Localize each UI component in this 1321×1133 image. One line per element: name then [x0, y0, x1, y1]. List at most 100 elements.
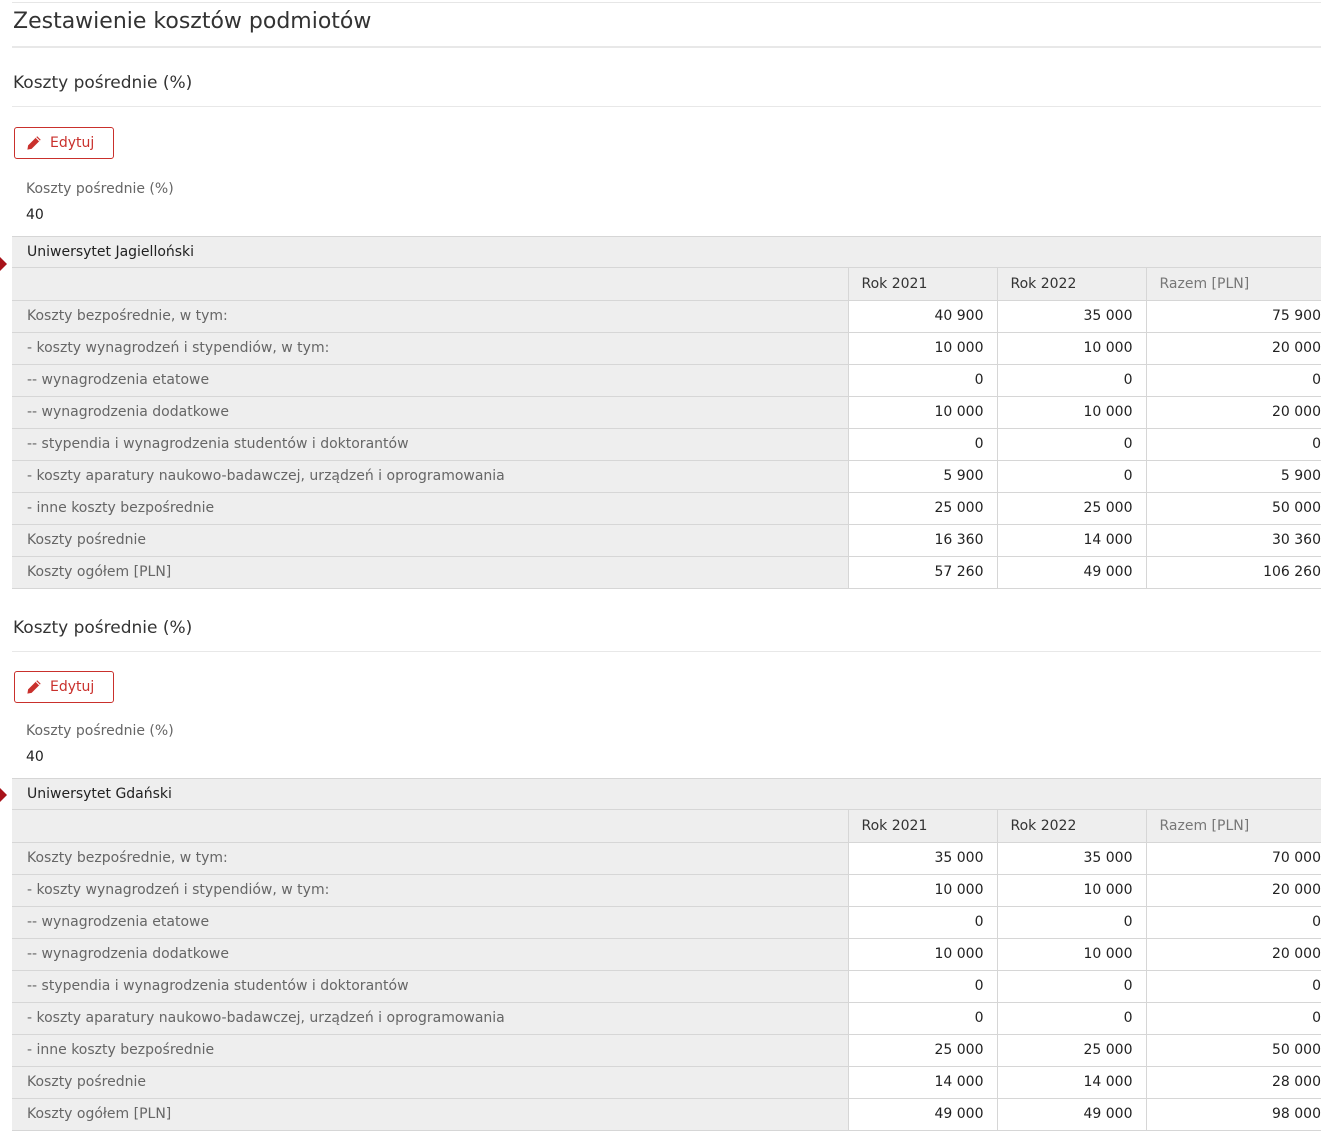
row-label: - inne koszty bezpośrednie — [12, 1034, 848, 1067]
row-label: -- wynagrodzenia etatowe — [12, 364, 848, 397]
table-header-row: Rok 2021 Rok 2022 Razem [PLN] — [12, 268, 1321, 301]
row-label: - koszty aparatury naukowo-badawczej, ur… — [12, 460, 848, 493]
section-title: Koszty pośrednie (%) — [12, 593, 1321, 652]
row-label: - koszty wynagrodzeń i stypendiów, w tym… — [12, 874, 848, 907]
entity-block: Uniwersytet Jagielloński Rok 2021 Rok 20… — [0, 236, 1321, 589]
value-total: 5 900 — [1145, 460, 1321, 493]
table-row: Koszty pośrednie 14 000 14 000 28 000 — [12, 1066, 1321, 1099]
table-row: - koszty wynagrodzeń i stypendiów, w tym… — [12, 874, 1321, 907]
value-total: 106 260 — [1145, 556, 1321, 589]
value-year-1: 0 — [847, 970, 997, 1003]
column-header-blank — [12, 810, 848, 843]
value-total: 50 000 — [1145, 492, 1321, 525]
table-row: - koszty wynagrodzeń i stypendiów, w tym… — [12, 332, 1321, 365]
edit-button[interactable]: Edytuj — [14, 127, 114, 159]
column-header-year-1: Rok 2021 — [847, 810, 997, 843]
table-row: Koszty ogółem [PLN] 49 000 49 000 98 000 — [12, 1098, 1321, 1131]
value-year-2: 10 000 — [996, 332, 1146, 365]
entity-marker-icon — [0, 788, 7, 802]
value-year-1: 10 000 — [847, 938, 997, 971]
indirect-costs-section-2: Koszty pośrednie (%) Edytuj Koszty pośre… — [0, 593, 1321, 1133]
value-year-1: 49 000 — [847, 1098, 997, 1131]
value-year-2: 14 000 — [996, 524, 1146, 557]
column-header-total: Razem [PLN] — [1145, 810, 1321, 843]
table-row: - inne koszty bezpośrednie 25 000 25 000 50… — [12, 492, 1321, 525]
value-year-2: 10 000 — [996, 938, 1146, 971]
value-year-2: 25 000 — [996, 492, 1146, 525]
value-year-1: 35 000 — [847, 842, 997, 875]
table-row: -- wynagrodzenia etatowe 0 0 0 — [12, 364, 1321, 397]
table-row: Koszty bezpośrednie, w tym: 40 900 35 000 7… — [12, 300, 1321, 333]
value-total: 0 — [1145, 1002, 1321, 1035]
column-header-year-2: Rok 2022 — [996, 268, 1146, 301]
value-year-1: 16 360 — [847, 524, 997, 557]
value-total: 28 000 — [1145, 1066, 1321, 1099]
value-year-1: 40 900 — [847, 300, 997, 333]
edit-button-label: Edytuj — [50, 135, 95, 151]
value-total: 30 360 — [1145, 524, 1321, 557]
value-year-1: 57 260 — [847, 556, 997, 589]
value-year-2: 0 — [996, 970, 1146, 1003]
row-label: Koszty ogółem [PLN] — [12, 1098, 848, 1131]
row-label: Koszty bezpośrednie, w tym: — [12, 300, 848, 333]
value-total: 98 000 — [1145, 1098, 1321, 1131]
section-title: Koszty pośrednie (%) — [12, 48, 1321, 107]
value-year-2: 0 — [996, 428, 1146, 461]
pencil-icon — [27, 136, 41, 150]
value-year-1: 0 — [847, 1002, 997, 1035]
edit-button[interactable]: Edytuj — [14, 671, 114, 703]
value-year-1: 25 000 — [847, 492, 997, 525]
value-year-2: 49 000 — [996, 556, 1146, 589]
value-total: 20 000 — [1145, 938, 1321, 971]
table-row: -- wynagrodzenia etatowe 0 0 0 — [12, 906, 1321, 939]
value-year-2: 10 000 — [996, 874, 1146, 907]
value-year-2: 25 000 — [996, 1034, 1146, 1067]
value-total: 0 — [1145, 364, 1321, 397]
indirect-costs-value: 40 — [26, 207, 44, 223]
table-row: - inne koszty bezpośrednie 25 000 25 000 50… — [12, 1034, 1321, 1067]
value-total: 20 000 — [1145, 874, 1321, 907]
value-year-2: 10 000 — [996, 396, 1146, 429]
value-total: 70 000 — [1145, 842, 1321, 875]
row-label: Koszty ogółem [PLN] — [12, 556, 848, 589]
value-year-1: 10 000 — [847, 874, 997, 907]
table-row: -- stypendia i wynagrodzenia studentów i… — [12, 428, 1321, 461]
indirect-costs-value: 40 — [26, 749, 44, 765]
value-year-1: 25 000 — [847, 1034, 997, 1067]
column-header-year-1: Rok 2021 — [847, 268, 997, 301]
table-row: Koszty ogółem [PLN] 57 260 49 000 106 260 — [12, 556, 1321, 589]
value-year-2: 35 000 — [996, 842, 1146, 875]
value-year-1: 0 — [847, 428, 997, 461]
column-header-blank — [12, 268, 848, 301]
page-title: Zestawienie kosztów podmiotów — [12, 0, 1321, 48]
indirect-costs-section-1: Koszty pośrednie (%) Edytuj Koszty pośre… — [0, 48, 1321, 593]
table-row: - koszty aparatury naukowo-badawczej, ur… — [12, 460, 1321, 493]
table-row: Koszty bezpośrednie, w tym: 35 000 35 000 7… — [12, 842, 1321, 875]
value-year-2: 49 000 — [996, 1098, 1146, 1131]
indirect-costs-label: Koszty pośrednie (%) — [26, 723, 174, 739]
table-row: -- stypendia i wynagrodzenia studentów i… — [12, 970, 1321, 1003]
row-label: -- wynagrodzenia etatowe — [12, 906, 848, 939]
value-total: 0 — [1145, 970, 1321, 1003]
value-year-2: 35 000 — [996, 300, 1146, 333]
row-label: Koszty pośrednie — [12, 524, 848, 557]
value-year-1: 10 000 — [847, 396, 997, 429]
row-label: -- wynagrodzenia dodatkowe — [12, 938, 848, 971]
row-label: - koszty aparatury naukowo-badawczej, ur… — [12, 1002, 848, 1035]
value-year-1: 5 900 — [847, 460, 997, 493]
row-label: -- stypendia i wynagrodzenia studentów i… — [12, 970, 848, 1003]
value-total: 75 900 — [1145, 300, 1321, 333]
entity-name: Uniwersytet Jagielloński — [12, 236, 1321, 268]
table-row: Koszty pośrednie 16 360 14 000 30 360 — [12, 524, 1321, 557]
value-total: 0 — [1145, 906, 1321, 939]
value-year-1: 0 — [847, 364, 997, 397]
value-total: 50 000 — [1145, 1034, 1321, 1067]
value-year-1: 0 — [847, 906, 997, 939]
row-label: -- stypendia i wynagrodzenia studentów i… — [12, 428, 848, 461]
column-header-total: Razem [PLN] — [1145, 268, 1321, 301]
table-row: -- wynagrodzenia dodatkowe 10 000 10 000 20… — [12, 938, 1321, 971]
entity-name: Uniwersytet Gdański — [12, 778, 1321, 810]
pencil-icon — [27, 680, 41, 694]
row-label: - koszty wynagrodzeń i stypendiów, w tym… — [12, 332, 848, 365]
row-label: Koszty pośrednie — [12, 1066, 848, 1099]
